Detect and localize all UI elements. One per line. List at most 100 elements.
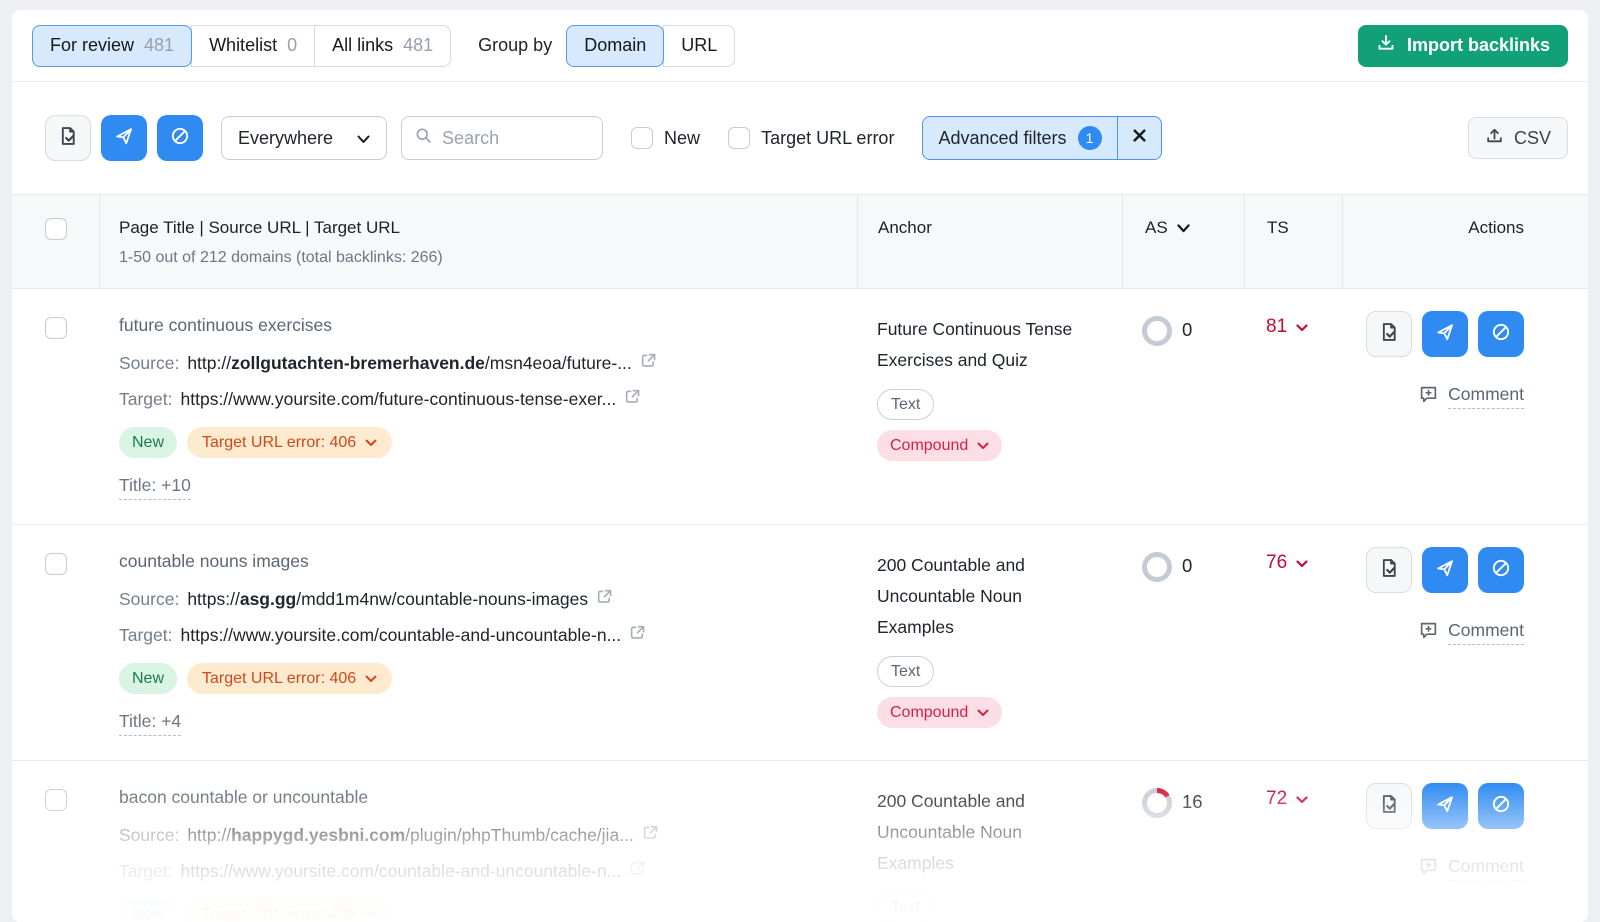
ts-score[interactable]: 81	[1244, 289, 1342, 524]
row-checkbox[interactable]	[45, 789, 67, 811]
title-more-link[interactable]: Title: +10	[119, 475, 191, 500]
comment-link[interactable]: Comment	[1342, 856, 1524, 881]
row-checkbox[interactable]	[45, 553, 67, 575]
tab-label: Whitelist	[209, 35, 277, 56]
clear-filters-button[interactable]	[1117, 117, 1161, 159]
filters-toolbar: Everywhere New Target URL error Advanced…	[12, 82, 1588, 194]
external-link-icon[interactable]	[629, 860, 646, 882]
table-row: bacon countable or uncountable Source: h…	[12, 761, 1588, 922]
chevron-down-icon	[1296, 316, 1308, 338]
target-url-error-badge[interactable]: Target URL error: 406	[187, 427, 392, 458]
doc-check-icon	[1378, 557, 1400, 584]
tab-all-links[interactable]: All links 481	[314, 25, 451, 67]
comment-plus-icon	[1419, 621, 1438, 645]
external-link-icon[interactable]	[642, 824, 659, 846]
download-icon	[1376, 33, 1396, 58]
group-by-url[interactable]: URL	[663, 25, 735, 67]
tab-count: 481	[403, 35, 433, 56]
ts-score[interactable]: 72	[1244, 761, 1342, 922]
block-button[interactable]	[1478, 311, 1524, 357]
chevron-down-icon	[1296, 552, 1308, 574]
export-csv-button[interactable]: CSV	[1468, 117, 1568, 159]
filter-new[interactable]: New	[631, 127, 700, 149]
x-icon	[1132, 128, 1147, 148]
search-box	[401, 116, 603, 160]
target-url[interactable]: https://www.yoursite.com/countable-and-u…	[181, 861, 622, 882]
source-url[interactable]: http://zollgutachten-bremerhaven.de/msn4…	[187, 353, 631, 374]
actions-column-header: Actions	[1342, 195, 1588, 288]
upload-icon	[1485, 126, 1504, 150]
comment-link[interactable]: Comment	[1342, 620, 1524, 645]
group-by-domain[interactable]: Domain	[566, 25, 664, 67]
pagination-summary: 1-50 out of 212 domains (total backlinks…	[119, 249, 857, 267]
bulk-send-button[interactable]	[101, 115, 147, 161]
new-badge: New	[119, 899, 177, 922]
block-icon	[1491, 322, 1511, 347]
new-badge: New	[119, 427, 177, 458]
paper-plane-icon	[1435, 558, 1455, 583]
chevron-down-icon	[1296, 788, 1308, 810]
chevron-down-icon	[365, 670, 377, 688]
send-to-remove-button[interactable]	[1422, 311, 1468, 357]
external-link-icon[interactable]	[596, 588, 613, 610]
move-to-review-button[interactable]	[1366, 311, 1412, 357]
scope-select[interactable]: Everywhere	[221, 116, 387, 160]
ts-column-header[interactable]: TS	[1244, 195, 1342, 288]
bulk-block-button[interactable]	[157, 115, 203, 161]
comment-plus-icon	[1419, 385, 1438, 409]
as-score: 0	[1182, 555, 1192, 577]
doc-check-icon	[1378, 321, 1400, 348]
search-input[interactable]	[442, 128, 582, 149]
target-url[interactable]: https://www.yoursite.com/future-continuo…	[181, 389, 617, 410]
anchor-text: 200 Countable and Uncountable Noun Examp…	[877, 786, 1102, 879]
as-score: 16	[1182, 791, 1203, 813]
as-column-header[interactable]: AS	[1122, 195, 1244, 288]
new-badge: New	[119, 663, 177, 694]
external-link-icon[interactable]	[624, 388, 641, 410]
source-url[interactable]: http://happygd.yesbni.com/plugin/phpThum…	[187, 825, 633, 846]
comment-link[interactable]: Comment	[1342, 384, 1524, 409]
page-title: future continuous exercises	[119, 315, 827, 336]
block-icon	[170, 126, 190, 151]
external-link-icon[interactable]	[640, 352, 657, 374]
paper-plane-icon	[1435, 322, 1455, 347]
page-title: countable nouns images	[119, 551, 827, 572]
import-backlinks-button[interactable]: Import backlinks	[1358, 25, 1568, 67]
tab-whitelist[interactable]: Whitelist 0	[191, 25, 315, 67]
tab-label: For review	[50, 35, 134, 56]
as-score: 0	[1182, 319, 1192, 341]
paper-plane-icon	[114, 126, 134, 151]
bulk-review-button[interactable]	[45, 115, 91, 161]
move-to-review-button[interactable]	[1366, 783, 1412, 829]
target-url-error-badge[interactable]: Target URL error: 406	[187, 663, 392, 694]
anchor-text: 200 Countable and Uncountable Noun Examp…	[877, 550, 1102, 643]
target-url-error-checkbox[interactable]	[728, 127, 750, 149]
anchor-compound-badge[interactable]: Compound	[877, 430, 1002, 461]
table-header: Page Title | Source URL | Target URL 1-5…	[12, 194, 1588, 289]
select-all-checkbox[interactable]	[45, 218, 67, 240]
anchor-compound-badge[interactable]: Compound	[877, 697, 1002, 728]
tab-count: 481	[144, 35, 174, 56]
filter-count-badge: 1	[1078, 126, 1102, 150]
source-url[interactable]: https://asg.gg/mdd1m4nw/countable-nouns-…	[187, 589, 588, 610]
chevron-down-icon	[977, 705, 989, 721]
row-checkbox[interactable]	[45, 317, 67, 339]
advanced-filters-button[interactable]: Advanced filters 1	[923, 117, 1116, 159]
target-url-error-badge[interactable]: Target URL error: 406	[187, 899, 392, 922]
filter-target-url-error[interactable]: Target URL error	[728, 127, 894, 149]
external-link-icon[interactable]	[629, 624, 646, 646]
send-to-remove-button[interactable]	[1422, 547, 1468, 593]
title-more-link[interactable]: Title: +4	[119, 711, 181, 736]
tab-for-review[interactable]: For review 481	[32, 25, 192, 67]
new-checkbox[interactable]	[631, 127, 653, 149]
block-button[interactable]	[1478, 547, 1524, 593]
move-to-review-button[interactable]	[1366, 547, 1412, 593]
tab-bar: For review 481 Whitelist 0 All links 481…	[12, 10, 1588, 82]
backlink-audit-panel: For review 481 Whitelist 0 All links 481…	[12, 10, 1588, 922]
anchor-type-badge: Text	[877, 389, 934, 420]
as-score-donut	[1142, 788, 1172, 818]
send-to-remove-button[interactable]	[1422, 783, 1468, 829]
ts-score[interactable]: 76	[1244, 525, 1342, 760]
block-button[interactable]	[1478, 783, 1524, 829]
target-url[interactable]: https://www.yoursite.com/countable-and-u…	[181, 625, 622, 646]
